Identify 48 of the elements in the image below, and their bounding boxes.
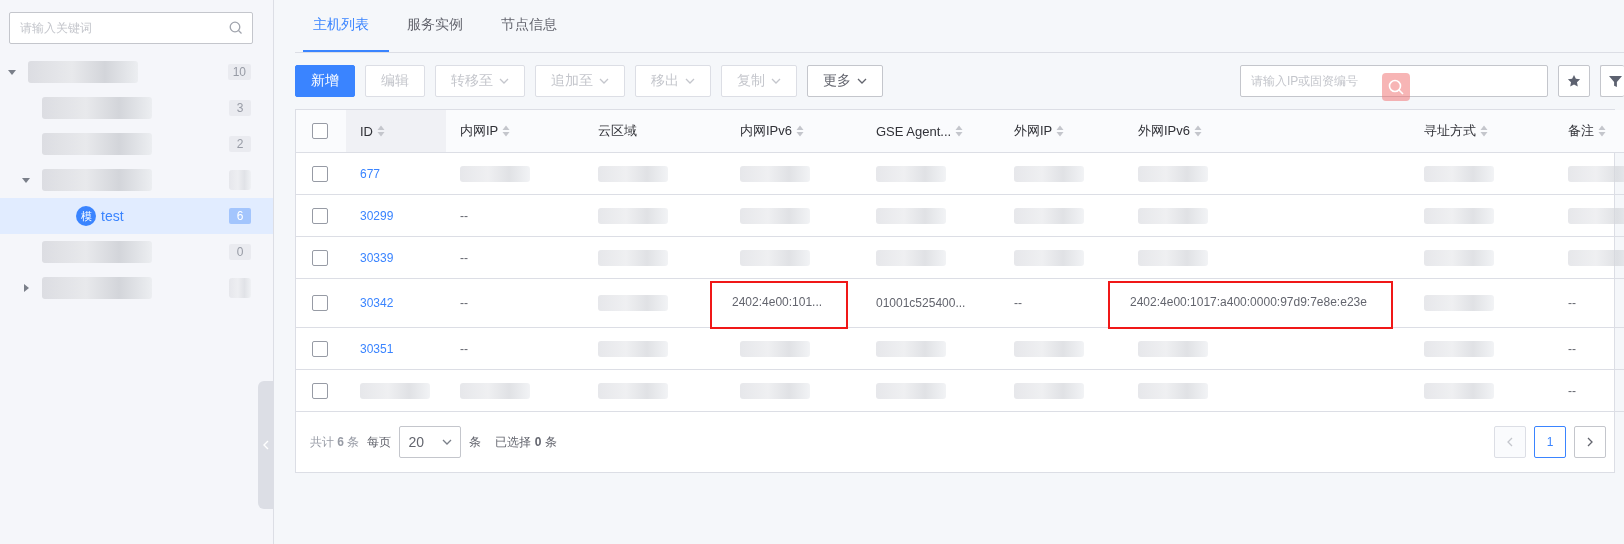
page-size-select[interactable]: 20 <box>399 426 462 458</box>
table-cell: -- <box>1568 341 1576 356</box>
tree-item[interactable]: 2 <box>0 126 273 162</box>
tab[interactable]: 节点信息 <box>491 0 577 52</box>
column-header: 内网IP <box>460 122 499 140</box>
id-link[interactable]: 30299 <box>360 208 394 223</box>
column-header: 内网IPv6 <box>740 122 792 140</box>
tab[interactable]: 服务实例 <box>397 0 483 52</box>
tree-item[interactable]: 模 test 6 <box>0 198 273 234</box>
node-badge: 模 <box>76 206 96 226</box>
node-label: test <box>101 208 124 224</box>
tree-item[interactable]: 3 <box>0 90 273 126</box>
column-header: ID <box>360 123 373 139</box>
id-link[interactable]: 30342 <box>360 296 394 310</box>
toolbar-button[interactable]: 新增 <box>295 65 355 97</box>
table-cell: -- <box>460 250 468 265</box>
tab[interactable]: 主机列表 <box>303 0 389 52</box>
node-count: 3 <box>229 100 251 116</box>
per-page-label: 每页 <box>367 433 392 451</box>
column-header: 寻址方式 <box>1424 122 1476 140</box>
table-cell: -- <box>1568 296 1576 310</box>
id-link[interactable]: 30351 <box>360 341 394 356</box>
column-header: 外网IP <box>1014 122 1053 140</box>
node-count: 0 <box>229 244 251 260</box>
tree-item[interactable]: 10 <box>0 54 273 90</box>
node-count: 6 <box>229 208 251 224</box>
page-button[interactable]: 1 <box>1534 426 1566 458</box>
column-header: GSE Agent... <box>876 123 952 139</box>
column-header: 云区域 <box>598 122 637 140</box>
toolbar-button[interactable]: 更多 <box>807 65 883 97</box>
table-cell: -- <box>460 341 468 356</box>
table-cell: 2402:4e00:1017:a400:0000:97d9:7e8e:e23e <box>1110 283 1391 327</box>
table-cell: -- <box>460 208 468 223</box>
id-link[interactable]: 30339 <box>360 250 394 265</box>
column-header: 外网IPv6 <box>1138 122 1190 140</box>
node-count: 10 <box>227 64 251 80</box>
id-link[interactable]: 677 <box>360 166 381 181</box>
tree-item[interactable]: 0 <box>0 234 273 270</box>
table-cell: -- <box>460 296 468 310</box>
column-header: 备注 <box>1568 122 1594 140</box>
table-cell: -- <box>1568 383 1576 398</box>
total-count: 共计 6 条 <box>310 433 360 451</box>
unit-label: 条 <box>469 433 482 451</box>
table-cell: 01001c525400... <box>876 296 966 310</box>
table-cell: -- <box>1014 296 1022 310</box>
table-cell: 2402:4e00:101... <box>712 283 847 327</box>
selected-count: 已选择 0 条 <box>495 433 557 451</box>
node-count: 2 <box>229 136 251 152</box>
